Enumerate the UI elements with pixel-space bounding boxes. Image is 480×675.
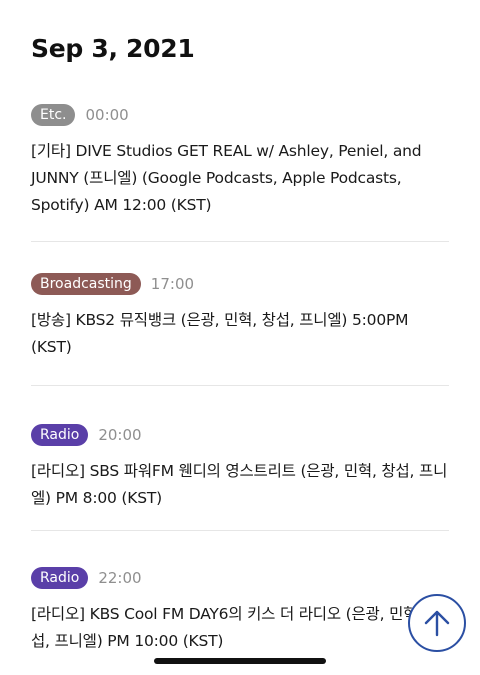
arrow-up-icon [424,610,450,637]
event-title: [라디오] KBS Cool FM DAY6의 키스 더 라디오 (은광, 민혁… [31,605,441,650]
event-title: [라디오] SBS 파워FM 웬디의 영스트리트 (은광, 민혁, 창섭, 프니… [31,462,448,507]
event-title: [방송] KBS2 뮤직뱅크 (은광, 민혁, 창섭, 프니엘) 5:00PM … [31,311,409,356]
schedule-item-meta: Radio 20:00 [31,422,449,448]
event-time: 00:00 [85,106,129,124]
event-time: 22:00 [98,569,142,587]
schedule-item-meta: Broadcasting 17:00 [31,271,449,297]
scroll-to-top-button[interactable] [408,594,466,652]
page-title: Sep 3, 2021 [31,34,195,63]
category-badge: Radio [31,567,89,589]
schedule-item[interactable]: Broadcasting 17:00 [방송] KBS2 뮤직뱅크 (은광, 민… [31,271,449,386]
category-badge: Broadcasting [31,273,141,295]
category-badge: Etc. [31,104,76,126]
schedule-item[interactable]: Radio 22:00 [라디오] KBS Cool FM DAY6의 키스 더… [31,565,449,655]
home-indicator [154,658,326,664]
event-title: [기타] DIVE Studios GET REAL w/ Ashley, Pe… [31,142,422,214]
schedule-list: Etc. 00:00 [기타] DIVE Studios GET REAL w/… [31,102,449,655]
schedule-item-meta: Radio 22:00 [31,565,449,591]
category-badge: Radio [31,424,89,446]
schedule-item[interactable]: Etc. 00:00 [기타] DIVE Studios GET REAL w/… [31,102,449,242]
event-time: 20:00 [98,426,142,444]
schedule-item[interactable]: Radio 20:00 [라디오] SBS 파워FM 웬디의 영스트리트 (은광… [31,422,449,531]
event-time: 17:00 [150,275,195,293]
schedule-item-meta: Etc. 00:00 [31,102,449,128]
